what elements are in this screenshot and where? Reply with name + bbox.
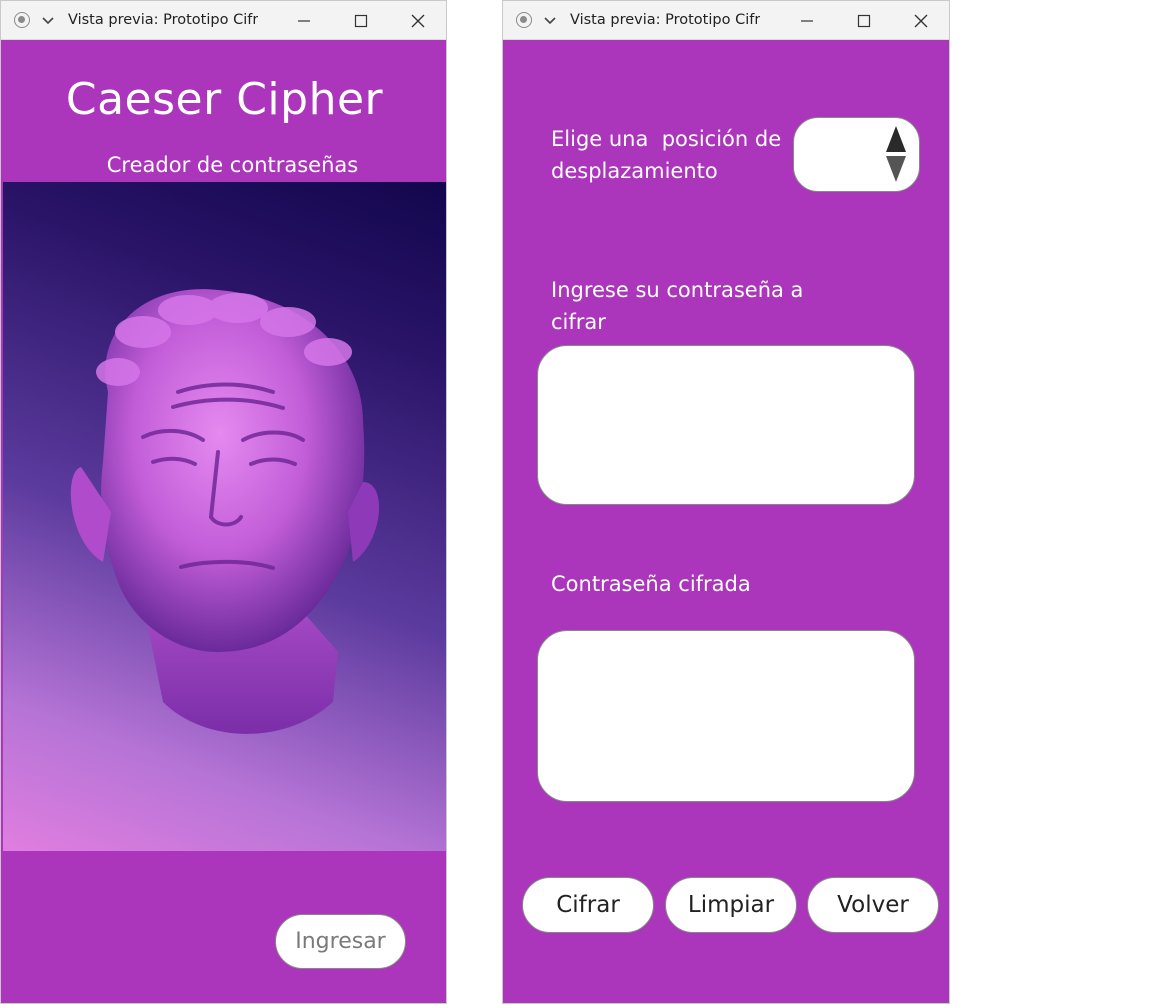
preview-window-main: Vista previa: Prototipo Cifr... Caeser C… [0,0,447,1004]
window-title: Vista previa: Prototipo Cifr... [68,12,258,28]
back-button[interactable]: Volver [807,877,939,933]
bust-illustration [70,289,380,734]
input-label-line2: cifrar [551,310,606,334]
close-icon [914,14,927,27]
clear-button[interactable]: Limpiar [665,877,797,933]
shift-label-line2: desplazamiento [551,159,718,183]
maximize-icon [857,14,870,27]
maximize-icon [354,14,367,27]
minimize-button[interactable] [275,1,332,40]
roman-bust-image [3,182,446,851]
minimize-icon [297,19,310,22]
maximize-button[interactable] [835,1,892,40]
shift-label-line1: Elige una posición de [551,127,782,151]
minimize-button[interactable] [778,1,835,40]
encrypt-button[interactable]: Cifrar [522,877,654,933]
close-icon [411,14,424,27]
title-bar[interactable]: Vista previa: Prototipo Cifr... [1,1,446,40]
title-bar[interactable]: Vista previa: Prototipo Cifr... [503,1,949,40]
close-button[interactable] [892,1,949,40]
maximize-button[interactable] [332,1,389,40]
chevron-down-icon[interactable] [40,12,56,28]
spinner-arrows-icon[interactable] [884,124,908,184]
shift-spinner[interactable] [793,117,920,192]
minimize-icon [800,19,813,22]
record-icon[interactable] [14,12,30,28]
record-icon[interactable] [516,12,532,28]
encrypted-output[interactable] [537,630,915,802]
chevron-down-icon[interactable] [542,12,558,28]
window-title: Vista previa: Prototipo Cifr... [570,12,760,28]
input-label-line1: Ingrese su contraseña a [551,278,804,302]
output-label: Contraseña cifrada [551,572,751,596]
app-title: Caeser Cipher [65,74,384,125]
input-label: Ingrese su contraseña a cifrar [551,274,803,338]
app-subtitle: Creador de contraseñas [106,153,359,177]
password-input[interactable] [537,345,915,505]
close-button[interactable] [389,1,446,40]
shift-label: Elige una posición de desplazamiento [551,123,781,187]
enter-button[interactable]: Ingresar [275,914,406,969]
